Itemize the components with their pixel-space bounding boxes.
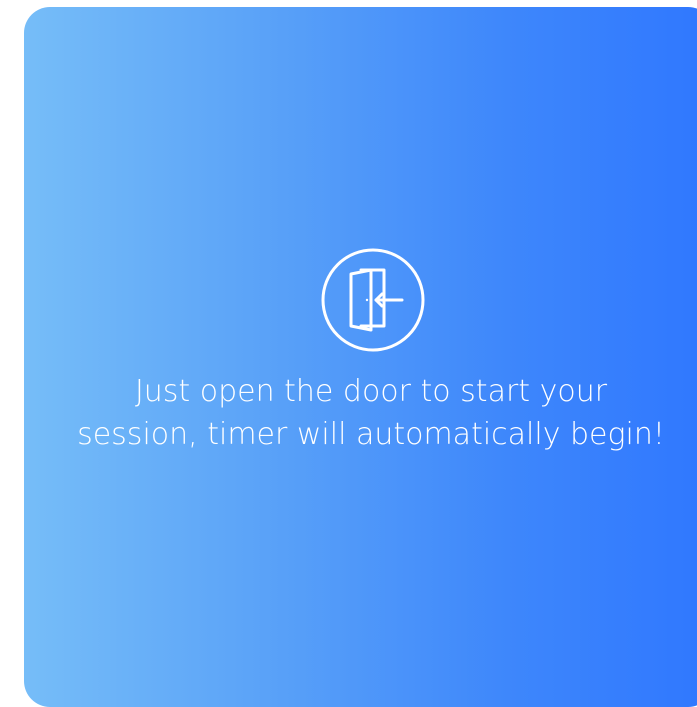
instruction-line-2: session, timer will automatically begin! (77, 417, 665, 452)
door-enter-icon (321, 248, 425, 352)
instruction-line-1: Just open the door to start your (134, 374, 608, 409)
session-start-card (24, 7, 697, 707)
instruction-message: Just open the door to start your session… (0, 370, 697, 456)
